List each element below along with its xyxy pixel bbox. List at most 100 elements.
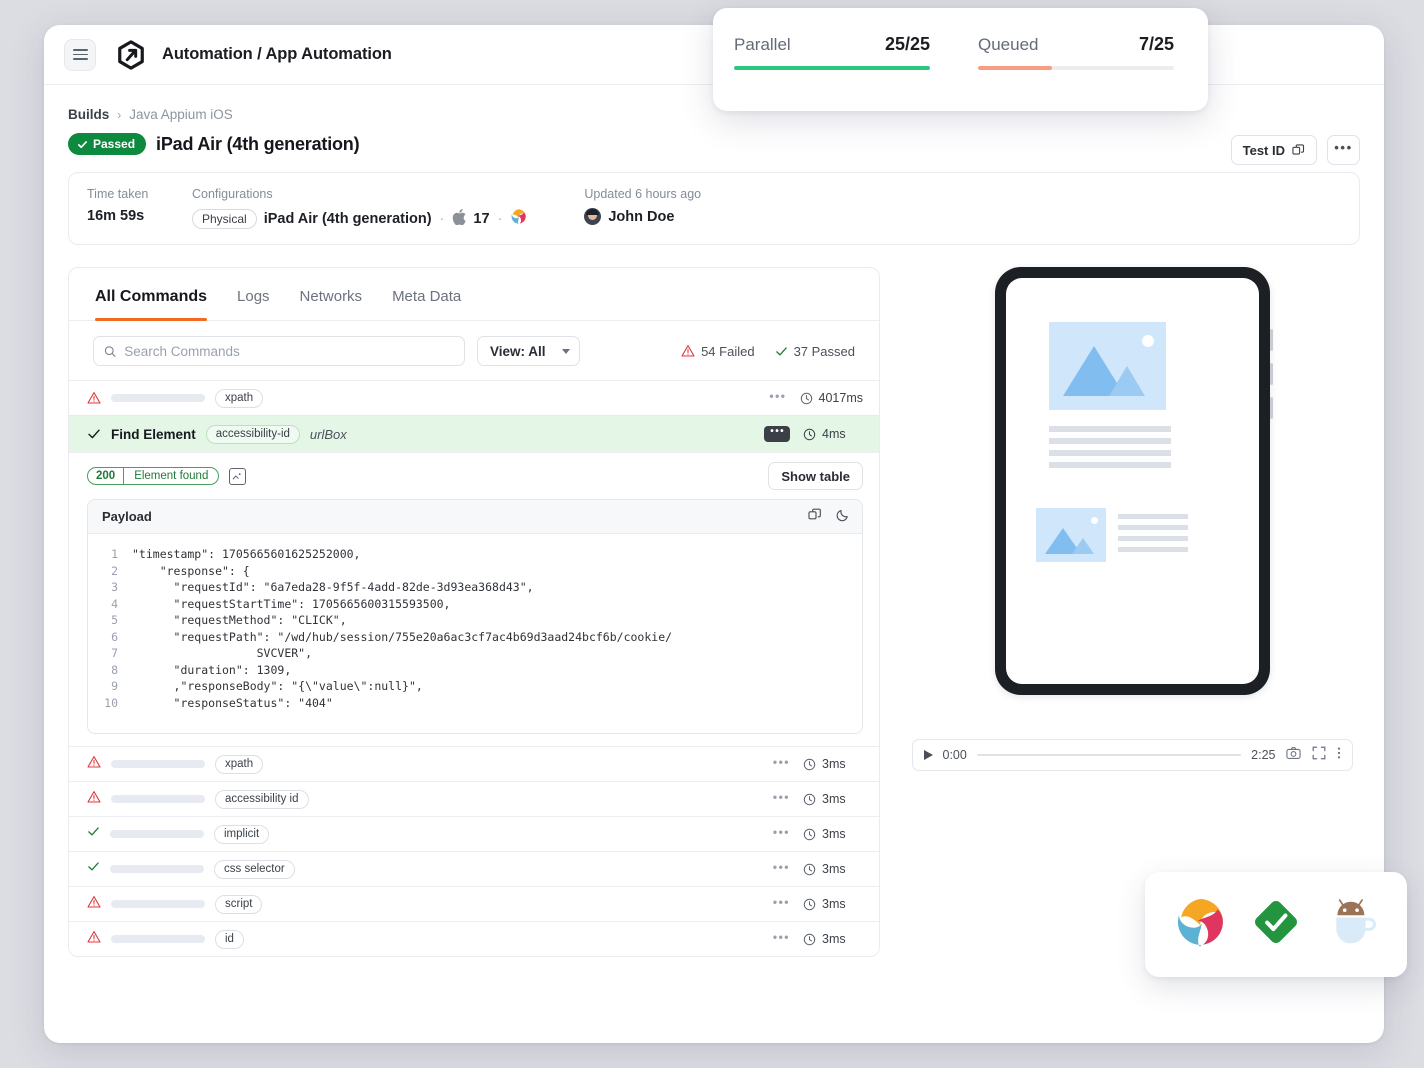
table-row[interactable]: accessibility id•••3ms [69,781,879,816]
more-options-button[interactable]: ••• [1327,135,1360,165]
code-line: 10 "responseStatus": "404" [88,695,862,712]
table-row[interactable]: implicit ••• 3ms [69,816,879,851]
tablet-side-button [1270,363,1273,385]
line-content: "responseStatus": "404" [132,695,333,712]
chevron-down-icon [562,349,570,354]
clock-icon [803,428,816,441]
row-menu-button[interactable]: ••• [773,755,790,774]
row-actions: ••• 4017ms [769,389,863,408]
row-menu-button[interactable]: ••• [764,426,790,442]
tab-all-commands[interactable]: All Commands [95,268,207,320]
row-duration-label: 4ms [822,427,846,441]
user-name: John Doe [608,209,674,225]
play-icon[interactable] [924,750,933,760]
stat-parallel-label: Parallel [734,35,791,55]
code-line: 2 "response": { [88,563,862,580]
header-actions: Test ID ••• [1231,135,1360,165]
payload-header: Payload [88,500,862,534]
row-menu-button[interactable]: ••• [773,790,790,809]
stat-parallel-top: Parallel 25/25 [734,34,930,55]
updated-block: Updated 6 hours ago John Doe [584,187,701,225]
row-actions: ••• 4ms [764,426,863,442]
row-menu-button[interactable]: ••• [773,930,790,949]
line-number: 2 [88,563,132,580]
dot-separator-1: · [439,211,446,227]
configurations-label: Configurations [192,187,527,201]
row-duration-label: 4017ms [819,391,863,405]
warning-triangle-icon [87,895,101,914]
payload-header-icons [808,508,850,525]
tablet-side-button [1270,397,1273,419]
line-number: 9 [88,678,132,695]
image-icon[interactable] [229,468,246,485]
tablet-screen[interactable] [1006,278,1259,684]
code-line: 6 "requestPath": "/wd/hub/session/755e20… [88,629,862,646]
placeholder-sun [1142,335,1154,347]
copy-icon[interactable] [808,508,822,525]
progress-slider[interactable] [977,754,1241,756]
command-tag: xpath [215,389,263,408]
command-tag: implicit [214,825,269,844]
table-row-selected[interactable]: Find Element accessibility-id urlBox •••… [69,415,879,452]
appium-logo-icon [510,208,527,229]
row-menu-button[interactable]: ••• [769,389,786,408]
moon-icon[interactable] [836,508,850,525]
tab-networks[interactable]: Networks [300,268,363,320]
tab-meta-data[interactable]: Meta Data [392,268,461,320]
show-table-button[interactable]: Show table [768,462,863,490]
row-actions: ••• 3ms [773,825,863,844]
run-meta-card: Time taken 16m 59s Configurations Physic… [68,172,1360,245]
row-duration: 4017ms [800,391,863,405]
player-icons [1286,746,1341,765]
search-icon [104,345,116,358]
table-row[interactable]: css selector•••3ms [69,851,879,886]
passed-count-label: 37 Passed [794,344,855,359]
fullscreen-icon[interactable] [1312,746,1326,765]
tabs: All Commands Logs Networks Meta Data [69,268,879,321]
command-name-placeholder [111,760,205,768]
cucumber-check-logo-icon [1250,896,1302,953]
line-number: 1 [88,546,132,563]
table-row[interactable]: xpath ••• 4017ms [69,380,879,415]
table-row[interactable]: id•••3ms [69,921,879,956]
code-line: 5 "requestMethod": "CLICK", [88,612,862,629]
command-tag: id [215,930,244,949]
row-actions: •••3ms [773,755,863,774]
row-menu-button[interactable]: ••• [773,860,790,879]
command-tag: script [215,895,262,914]
clock-icon [803,758,816,771]
apple-logo-icon [452,209,466,229]
tablet-mockup [995,267,1270,695]
command-tag: xpath [215,755,263,774]
os-version: 17 [473,211,489,227]
payload-code[interactable]: 1"timestamp": 1705665601625252000, 2 "re… [88,534,862,733]
row-actions: •••3ms [773,860,863,879]
row-menu-button[interactable]: ••• [773,895,790,914]
hamburger-icon[interactable] [64,39,96,71]
line-content: "requestMethod": "CLICK", [132,612,347,629]
command-name-placeholder [110,865,204,873]
row-menu-button[interactable]: ••• [773,825,790,844]
line-content: "duration": 1309, [132,662,291,679]
dot-separator-2: · [497,211,504,227]
table-row[interactable]: script•••3ms [69,886,879,921]
breadcrumb-root[interactable]: Builds [68,107,109,122]
test-id-button[interactable]: Test ID [1231,135,1317,165]
table-row[interactable]: xpath •••3ms [69,746,879,781]
search-input-wrapper[interactable] [93,336,465,366]
kebab-icon[interactable] [1337,746,1341,765]
stat-queued-label: Queued [978,35,1039,55]
code-line: 3 "requestId": "6a7eda28-9f5f-4add-82de-… [88,579,862,596]
placeholder-hero-image [1049,322,1166,410]
brand-logo-icon [114,38,148,72]
tab-logs[interactable]: Logs [237,268,270,320]
status-code: 200 [88,468,123,484]
camera-icon[interactable] [1286,746,1301,765]
status-text: Element found [123,468,218,484]
status-chip: 200 Element found [87,467,219,485]
line-number: 7 [88,645,132,662]
search-input[interactable] [124,344,454,359]
time-taken-label: Time taken [87,187,192,201]
row-duration: 3ms [803,827,863,841]
view-filter-select[interactable]: View: All [477,336,580,366]
